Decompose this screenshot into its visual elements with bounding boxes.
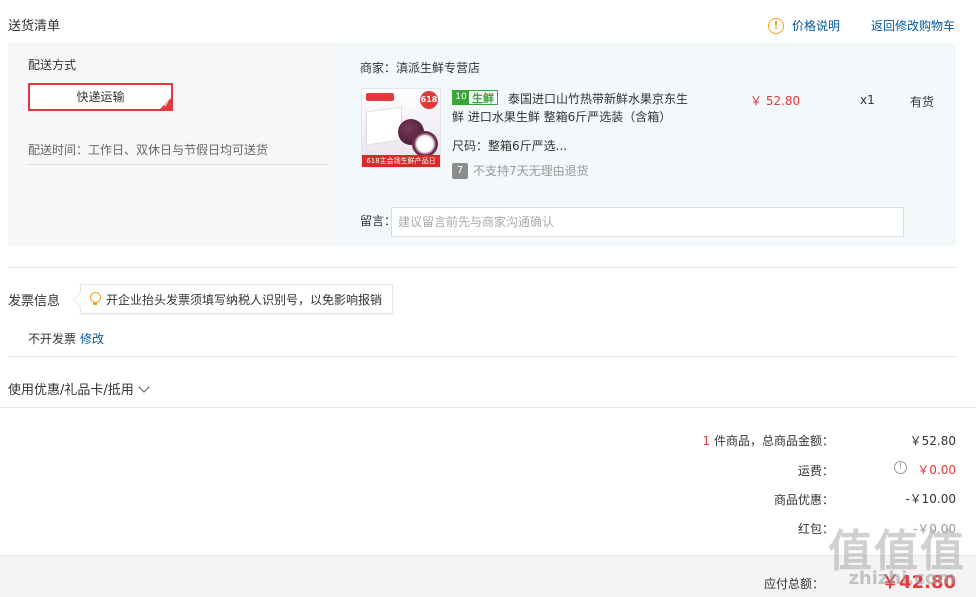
brand-strip [366,93,394,101]
promo-banner: 618主会场生鲜产品日 [362,155,440,167]
no-return-notice: 7 不支持7天无理由退货 [452,162,589,179]
shipping-info-icon[interactable]: ! [894,461,907,474]
lightbulb-icon [89,292,101,306]
product-image[interactable]: 618 618主会场生鲜产品日 [361,88,441,168]
express-shipping-button[interactable]: 快递运输 ✓ [28,83,173,111]
fresh-logo-icon: 10 [453,91,469,104]
shipping-method-label: 配送方式 [28,58,77,72]
divider [8,356,956,357]
price-info-label: 价格说明 [792,19,841,33]
selected-check-icon: ✓ [163,100,170,109]
watermark-url: zhizhi.com [848,568,956,589]
delivery-time: 配送时间：工作日、双休日与节假日均可送货 [28,143,269,157]
product-quantity: x1 [860,93,875,107]
mangosteen-cut-icon [412,131,438,157]
coupon-label: 使用优惠/礼品卡/抵用 [8,383,134,398]
payable-total-label: 应付总额： [763,577,824,591]
items-total-text: 件商品，总商品金额： [710,434,834,448]
fresh-tag-label: 生鲜 [472,91,494,105]
price-info-link[interactable]: ! 价格说明 [768,17,840,34]
invoice-status: 不开发票 [28,332,77,346]
shipping-fee-label: 运费： [797,464,834,478]
back-to-cart-link[interactable]: 返回修改购物车 [871,17,955,34]
promo-badge-618: 618 [420,91,438,109]
no-return-label: 不支持7天无理由退货 [473,164,589,178]
invoice-tooltip: 开企业抬头发票须填写纳税人识别号，以免影响报销 [80,284,394,314]
page-title: 送货清单 [8,19,61,34]
invoice-label: 发票信息 [8,294,61,309]
express-shipping-label: 快递运输 [76,90,125,104]
divider [0,407,976,408]
product-spec: 尺码：整箱6斤严选... [452,139,568,153]
items-total-label: 1 件商品，总商品金额： [703,432,834,449]
discount-value: -￥10.00 [905,492,956,506]
items-total-value: ￥52.80 [909,434,956,448]
info-icon: ! [768,17,784,34]
discount-label: 商品优惠： [773,493,834,507]
divider [28,164,328,165]
remark-input[interactable] [391,207,904,237]
product-box [366,106,402,146]
coupon-toggle[interactable]: 使用优惠/礼品卡/抵用 [8,379,150,398]
return-policy-icon: 7 [452,162,468,179]
shipping-fee-value: ￥0.00 [917,463,956,477]
divider [8,267,956,268]
store-name: 商家：滇派生鲜专营店 [360,61,481,75]
invoice-tip-text: 开企业抬头发票须填写纳税人识别号，以免影响报销 [106,292,383,307]
stock-status: 有货 [910,95,935,109]
chevron-down-icon [138,380,150,393]
invoice-edit-link[interactable]: 修改 [80,330,104,347]
product-price: ￥ 52.80 [750,94,801,108]
fresh-tag: 10 生鲜 [452,90,498,105]
